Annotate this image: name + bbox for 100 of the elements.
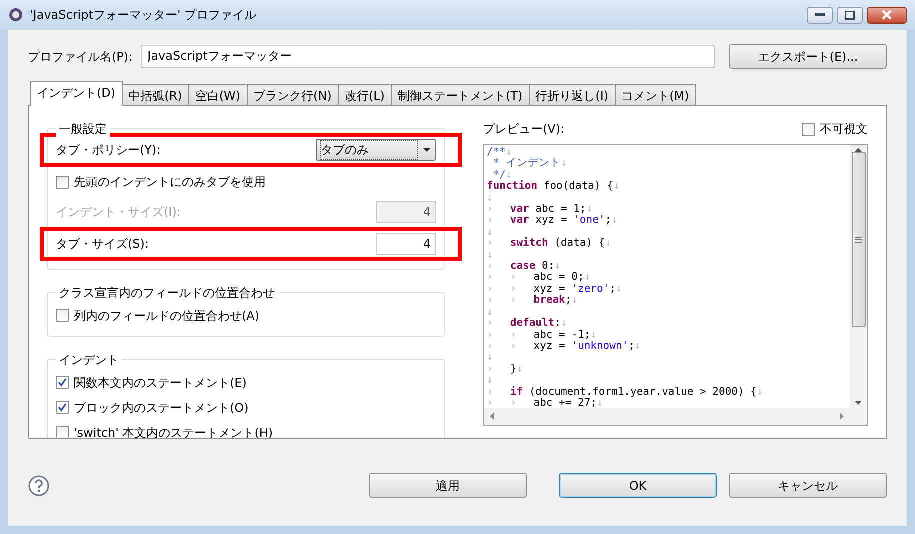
- minimize-button[interactable]: [807, 6, 833, 24]
- scroll-down-icon[interactable]: [855, 401, 862, 405]
- tab-mark: ›: [510, 295, 518, 307]
- maximize-button[interactable]: [837, 6, 863, 24]
- line-end-mark: ↓: [586, 203, 593, 216]
- tab[interactable]: ブランク行(N): [246, 84, 339, 105]
- line-end-mark: ↓: [487, 374, 494, 386]
- code-keyword: switch: [510, 237, 548, 250]
- maximize-icon: [845, 10, 855, 20]
- dialog-button[interactable]: 適用: [369, 473, 527, 498]
- line-end-mark: ↓: [560, 157, 568, 170]
- checkbox[interactable]: [56, 309, 69, 322]
- line-end-mark: ↓: [756, 386, 764, 398]
- invisible-chars-label: 不可視文: [820, 121, 868, 138]
- tab-mark: ›: [510, 284, 518, 296]
- tab[interactable]: コメント(M): [614, 84, 696, 105]
- code-text: (data) {: [554, 237, 606, 250]
- line-end-mark: ↓: [584, 271, 591, 284]
- line-end-mark: ↓: [554, 260, 561, 272]
- tab-mark: ›: [487, 284, 494, 296]
- line-end-mark: ↓: [605, 237, 612, 250]
- line-end-mark: ↓: [487, 306, 494, 318]
- tab[interactable]: 中括弧(R): [122, 84, 190, 105]
- tab-mark: ›: [487, 272, 494, 284]
- scroll-thumb[interactable]: [852, 152, 866, 327]
- code-text: (document.form1.year.value > 2000) {: [528, 386, 757, 398]
- checkbox[interactable]: [802, 122, 815, 136]
- checkbox[interactable]: [56, 376, 69, 389]
- code-text: }: [510, 362, 517, 375]
- checkbox[interactable]: [56, 426, 69, 438]
- checkbox-label: ブロック内のステートメント(O): [74, 400, 249, 416]
- caret-icon: [423, 148, 431, 152]
- tab-mark: ›: [487, 204, 494, 216]
- code-text: foo(data) {: [542, 180, 614, 192]
- line-end-mark: ↓: [572, 294, 578, 306]
- horizontal-scrollbar[interactable]: [484, 408, 850, 425]
- line-end-mark: ↓: [516, 362, 524, 375]
- line-end-mark: ↓: [634, 340, 642, 352]
- tab-mark: ›: [510, 398, 518, 408]
- help-icon[interactable]: [28, 474, 50, 496]
- group-title: 一般設定: [56, 120, 110, 138]
- line-end-mark: ↓: [506, 168, 512, 181]
- minimize-icon: [815, 13, 825, 17]
- tab[interactable]: 制御ステートメント(T): [390, 84, 530, 105]
- dialog-button[interactable]: キャンセル: [729, 473, 887, 498]
- code-text: abc = 0;: [534, 271, 584, 284]
- checkbox-label: 列内のフィールドの位置合わせ(A): [74, 308, 260, 324]
- code-text: ;: [628, 340, 635, 352]
- scroll-right-icon[interactable]: [840, 413, 844, 420]
- code-keyword: var: [510, 203, 530, 216]
- checkbox-label: 先頭のインデントにのみタブを使用: [74, 174, 266, 191]
- code-keyword: function: [487, 180, 538, 192]
- checkbox-label: 関数本文内のステートメント(E): [74, 374, 247, 392]
- checkbox-label: 'switch' 本文内のステートメント(H): [74, 424, 274, 438]
- code-string: 'zero': [572, 282, 610, 295]
- tab-mark: ›: [487, 238, 494, 250]
- tab-mark: ›: [487, 364, 494, 376]
- tab-mark: ›: [487, 215, 494, 227]
- tab[interactable]: インデント(D): [30, 81, 123, 106]
- close-icon: [882, 10, 892, 20]
- line-end-mark: ↓: [613, 180, 620, 192]
- code-text: abc = -1;: [534, 328, 591, 340]
- tab-mark: ›: [487, 318, 494, 330]
- code-comment: * インデント: [492, 157, 561, 170]
- checkbox[interactable]: [56, 401, 69, 414]
- profile-name-label: プロファイル名(P):: [28, 48, 133, 66]
- tab-mark: ›: [487, 398, 494, 408]
- dropdown[interactable]: タブのみ: [316, 139, 436, 161]
- setting-label: タブ・サイズ(S):: [56, 236, 150, 253]
- line-end-mark: ↓: [612, 214, 618, 226]
- tab[interactable]: 行折り返し(I): [528, 84, 616, 105]
- code-text: 0:: [542, 260, 555, 272]
- tab-mark: ›: [510, 272, 518, 284]
- code-text: abc += 27;: [534, 396, 597, 408]
- tab[interactable]: 空白(W): [188, 84, 248, 105]
- code-keyword: case: [510, 260, 536, 272]
- code-keyword: break: [534, 294, 566, 306]
- code-text: ;: [610, 282, 616, 295]
- code-comment: */: [493, 168, 506, 181]
- tab-mark: ›: [487, 261, 494, 272]
- line-end-mark: ↓: [596, 396, 604, 408]
- tab[interactable]: 改行(L): [338, 84, 392, 105]
- tab-mark: ›: [487, 295, 494, 307]
- tab-mark: ›: [487, 386, 494, 398]
- line-end-mark: ↓: [506, 146, 512, 158]
- line-end-mark: ↓: [487, 192, 494, 204]
- code-keyword: var: [510, 214, 530, 226]
- export-button[interactable]: エクスポート(E)...: [729, 44, 887, 69]
- code-text: abc = 1;: [534, 203, 586, 216]
- close-button[interactable]: [867, 6, 907, 24]
- code-string: 'one': [574, 214, 606, 226]
- scroll-left-icon[interactable]: [490, 413, 494, 420]
- tab-mark: ›: [487, 340, 494, 352]
- line-end-mark: ↓: [590, 328, 597, 340]
- code-text: ;: [565, 294, 572, 306]
- number-field[interactable]: 4: [376, 233, 436, 255]
- line-end-mark: ↓: [487, 351, 494, 364]
- dialog-button[interactable]: OK: [559, 473, 717, 498]
- checkbox[interactable]: [56, 176, 69, 188]
- vertical-scrollbar[interactable]: [850, 145, 867, 408]
